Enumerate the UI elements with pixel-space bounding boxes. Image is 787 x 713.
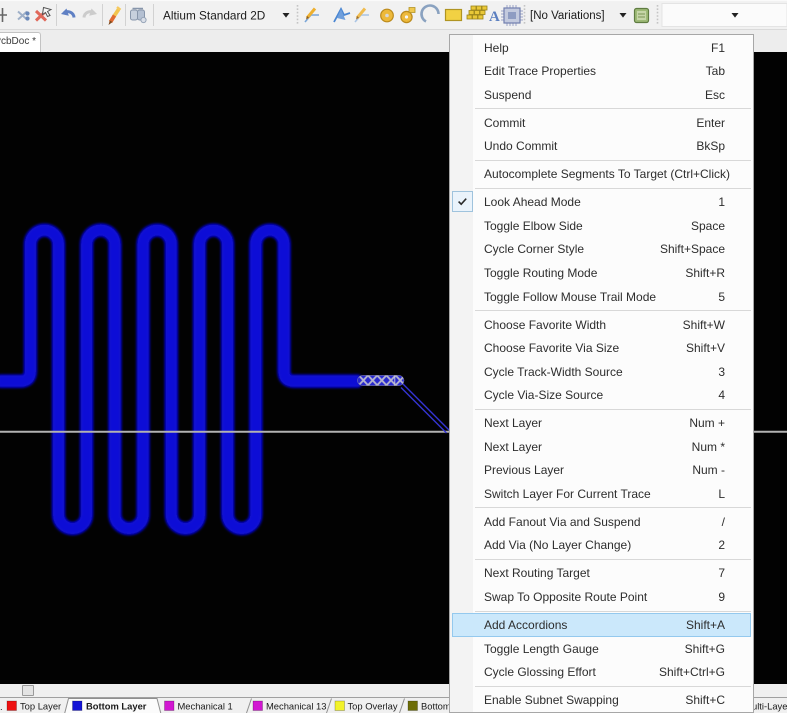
svg-text:A: A <box>489 9 500 25</box>
svg-text:Mechanical 1: Mechanical 1 <box>178 701 233 712</box>
svg-text:ulti-Layer: ulti-Layer <box>752 701 787 712</box>
svg-text:Altium Standard 2D: Altium Standard 2D <box>163 9 265 23</box>
svg-text:Top Overlay: Top Overlay <box>348 701 398 712</box>
svg-text:[No Variations]: [No Variations] <box>530 10 605 22</box>
svg-text:Bottom Layer: Bottom Layer <box>86 701 147 712</box>
svg-text:.: . <box>0 701 3 712</box>
svg-text:Mechanical 13: Mechanical 13 <box>266 701 326 712</box>
svg-text:Top Layer: Top Layer <box>20 701 61 712</box>
